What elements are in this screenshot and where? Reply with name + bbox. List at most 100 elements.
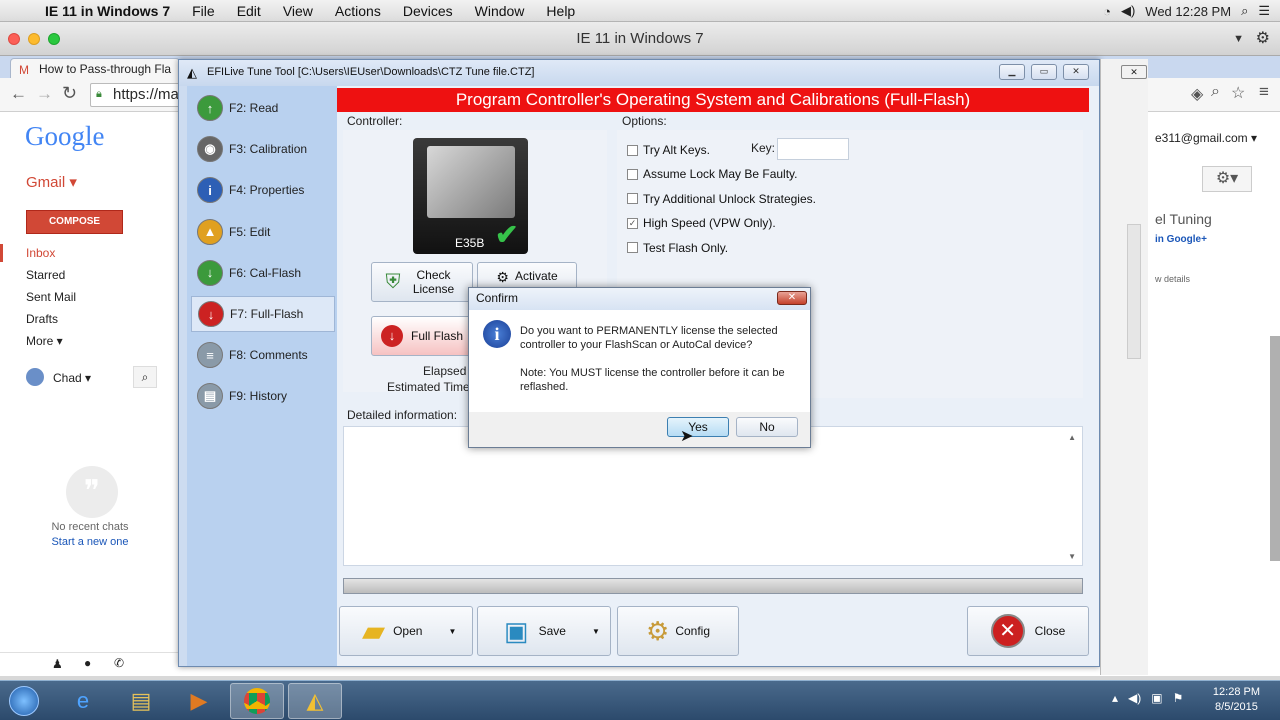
- tray-network-icon[interactable]: ▣: [1151, 691, 1162, 705]
- chevron-down-icon[interactable]: ▼: [1233, 22, 1244, 56]
- checkbox-box[interactable]: [627, 242, 638, 254]
- scroll-up-icon[interactable]: ▲: [1068, 433, 1076, 442]
- close-icon[interactable]: ✕: [1063, 64, 1089, 80]
- minimize-window-icon[interactable]: [28, 33, 40, 45]
- full-flash-button[interactable]: ↓ Full Flash: [371, 316, 473, 356]
- chrome-taskbar-icon[interactable]: [230, 683, 284, 719]
- option-checkbox[interactable]: Assume Lock May Be Faulty.: [627, 167, 798, 181]
- hangout-icon[interactable]: ●: [84, 656, 91, 670]
- checkbox-box[interactable]: ✓: [627, 217, 638, 229]
- sidebar-item-history[interactable]: ▤ F9: History: [191, 378, 335, 414]
- start-chat-link[interactable]: Start a new one: [0, 536, 180, 548]
- star-icon[interactable]: ☆: [1231, 83, 1245, 103]
- mac-menu-help[interactable]: Help: [535, 3, 586, 19]
- mac-app-name[interactable]: IE 11 in Windows 7: [34, 3, 181, 19]
- close-window-icon[interactable]: [8, 33, 20, 45]
- gear-icon[interactable]: ⚙: [1256, 22, 1270, 56]
- mac-clock[interactable]: Wed 12:28 PM: [1145, 4, 1231, 19]
- mac-menu-bar: IE 11 in Windows 7 File Edit View Action…: [0, 0, 1280, 22]
- mac-menu-actions[interactable]: Actions: [324, 3, 392, 19]
- save-dropdown-icon[interactable]: ▼: [592, 627, 600, 636]
- sidebar-item-comments[interactable]: ≡ F8: Comments: [191, 337, 335, 373]
- bg-scrollbar[interactable]: [1127, 224, 1141, 359]
- nav-inbox[interactable]: Inbox: [26, 246, 55, 260]
- yes-button[interactable]: Yes: [667, 417, 729, 437]
- sidebar-item-full-flash[interactable]: ↓ F7: Full-Flash: [191, 296, 335, 332]
- save-button[interactable]: ▣ Save ▼: [477, 606, 611, 656]
- tray-flag-icon[interactable]: ⚑: [1173, 691, 1184, 705]
- page-scrollbar[interactable]: [1270, 336, 1280, 561]
- nav-starred[interactable]: Starred: [26, 268, 65, 282]
- controller-name: E35B: [455, 236, 485, 250]
- open-dropdown-icon[interactable]: ▼: [448, 627, 456, 636]
- chrome-menu-icon[interactable]: ≡: [1259, 82, 1269, 102]
- sidebar-item-calibration[interactable]: ◉ F3: Calibration: [191, 131, 335, 167]
- mac-menu-devices[interactable]: Devices: [392, 3, 464, 19]
- tray-volume-icon[interactable]: ◀): [1128, 691, 1141, 705]
- sidebar-item-label: F3: Calibration: [229, 142, 308, 157]
- media-player-taskbar-icon[interactable]: ▶: [172, 683, 226, 719]
- check-license-button[interactable]: ⛨ Check License: [371, 262, 473, 302]
- mac-menu-view[interactable]: View: [272, 3, 324, 19]
- config-button[interactable]: ⚙ Config: [617, 606, 739, 656]
- zoom-icon[interactable]: ⌕: [1211, 83, 1220, 101]
- nav-sent[interactable]: Sent Mail: [26, 290, 76, 304]
- reload-icon[interactable]: ↻: [62, 83, 77, 104]
- start-button[interactable]: [0, 683, 48, 719]
- mac-menu-edit[interactable]: Edit: [226, 3, 272, 19]
- avatar[interactable]: [26, 368, 44, 386]
- browser-tab[interactable]: M How to Pass-through Fla: [10, 58, 180, 80]
- phone-icon[interactable]: ✆: [114, 656, 124, 670]
- notification-icon[interactable]: ☰: [1258, 3, 1270, 19]
- checkbox-box[interactable]: [627, 168, 638, 180]
- close-button[interactable]: ✕ Close: [967, 606, 1089, 656]
- nav-more[interactable]: More ▾: [26, 334, 63, 348]
- option-checkbox[interactable]: Test Flash Only.: [627, 241, 728, 255]
- volume-icon[interactable]: ◀): [1121, 3, 1135, 19]
- dialog-close-button[interactable]: ✕: [777, 291, 807, 305]
- minimize-icon[interactable]: ▁: [999, 64, 1025, 80]
- no-button[interactable]: No: [736, 417, 798, 437]
- sidebar-item-edit[interactable]: ▲ F5: Edit: [191, 214, 335, 250]
- compose-button[interactable]: COMPOSE: [26, 210, 123, 234]
- open-button[interactable]: ▰ Open ▼: [339, 606, 473, 656]
- taskbar-clock[interactable]: 12:28 PM 8/5/2015: [1213, 685, 1260, 715]
- option-checkbox[interactable]: ✓ High Speed (VPW Only).: [627, 216, 776, 230]
- sidebar-item-read[interactable]: ↑ F2: Read: [191, 90, 335, 126]
- chat-user[interactable]: Chad ▾: [53, 371, 91, 385]
- scroll-down-icon[interactable]: ▼: [1068, 552, 1076, 561]
- key-input[interactable]: [777, 138, 849, 160]
- url-text: https://ma: [113, 86, 179, 103]
- wifi-icon[interactable]: ◔: [1103, 4, 1111, 19]
- sidebar-item-cal-flash[interactable]: ↓ F6: Cal-Flash: [191, 255, 335, 291]
- option-checkbox[interactable]: Try Additional Unlock Strategies.: [627, 192, 816, 206]
- checkbox-box[interactable]: [627, 193, 638, 205]
- option-checkbox[interactable]: Try Alt Keys.: [627, 143, 710, 157]
- maximize-icon[interactable]: ▭: [1031, 64, 1057, 80]
- checkbox-box[interactable]: [627, 144, 638, 156]
- translate-icon[interactable]: ◈: [1191, 84, 1203, 104]
- google-logo[interactable]: Google: [25, 121, 104, 152]
- zoom-window-icon[interactable]: [48, 33, 60, 45]
- explorer-taskbar-icon[interactable]: ▤: [114, 683, 168, 719]
- option-label: High Speed (VPW Only).: [643, 216, 776, 231]
- ie-taskbar-icon[interactable]: e: [56, 683, 110, 719]
- comments-icon: ≡: [197, 342, 223, 369]
- settings-gear-icon[interactable]: ⚙▾: [1202, 166, 1252, 192]
- search-icon[interactable]: ⌕: [133, 366, 157, 388]
- tray-expand-icon[interactable]: ▴: [1112, 691, 1118, 705]
- person-icon[interactable]: ♟: [52, 657, 63, 671]
- right-sub[interactable]: in Google+: [1155, 234, 1207, 245]
- mac-menu-file[interactable]: File: [181, 3, 226, 19]
- efilive-taskbar-icon[interactable]: ◭: [288, 683, 342, 719]
- forward-icon[interactable]: →: [36, 84, 53, 104]
- bg-close-icon[interactable]: ✕: [1121, 65, 1147, 79]
- nav-drafts[interactable]: Drafts: [26, 312, 58, 326]
- right-details[interactable]: w details: [1155, 274, 1190, 284]
- spotlight-icon[interactable]: ⌕: [1241, 3, 1248, 19]
- gmail-label[interactable]: Gmail ▾: [26, 173, 77, 191]
- account-email[interactable]: e311@gmail.com ▾: [1155, 131, 1257, 145]
- sidebar-item-properties[interactable]: i F4: Properties: [191, 172, 335, 208]
- back-icon[interactable]: ←: [10, 84, 27, 104]
- mac-menu-window[interactable]: Window: [464, 3, 536, 19]
